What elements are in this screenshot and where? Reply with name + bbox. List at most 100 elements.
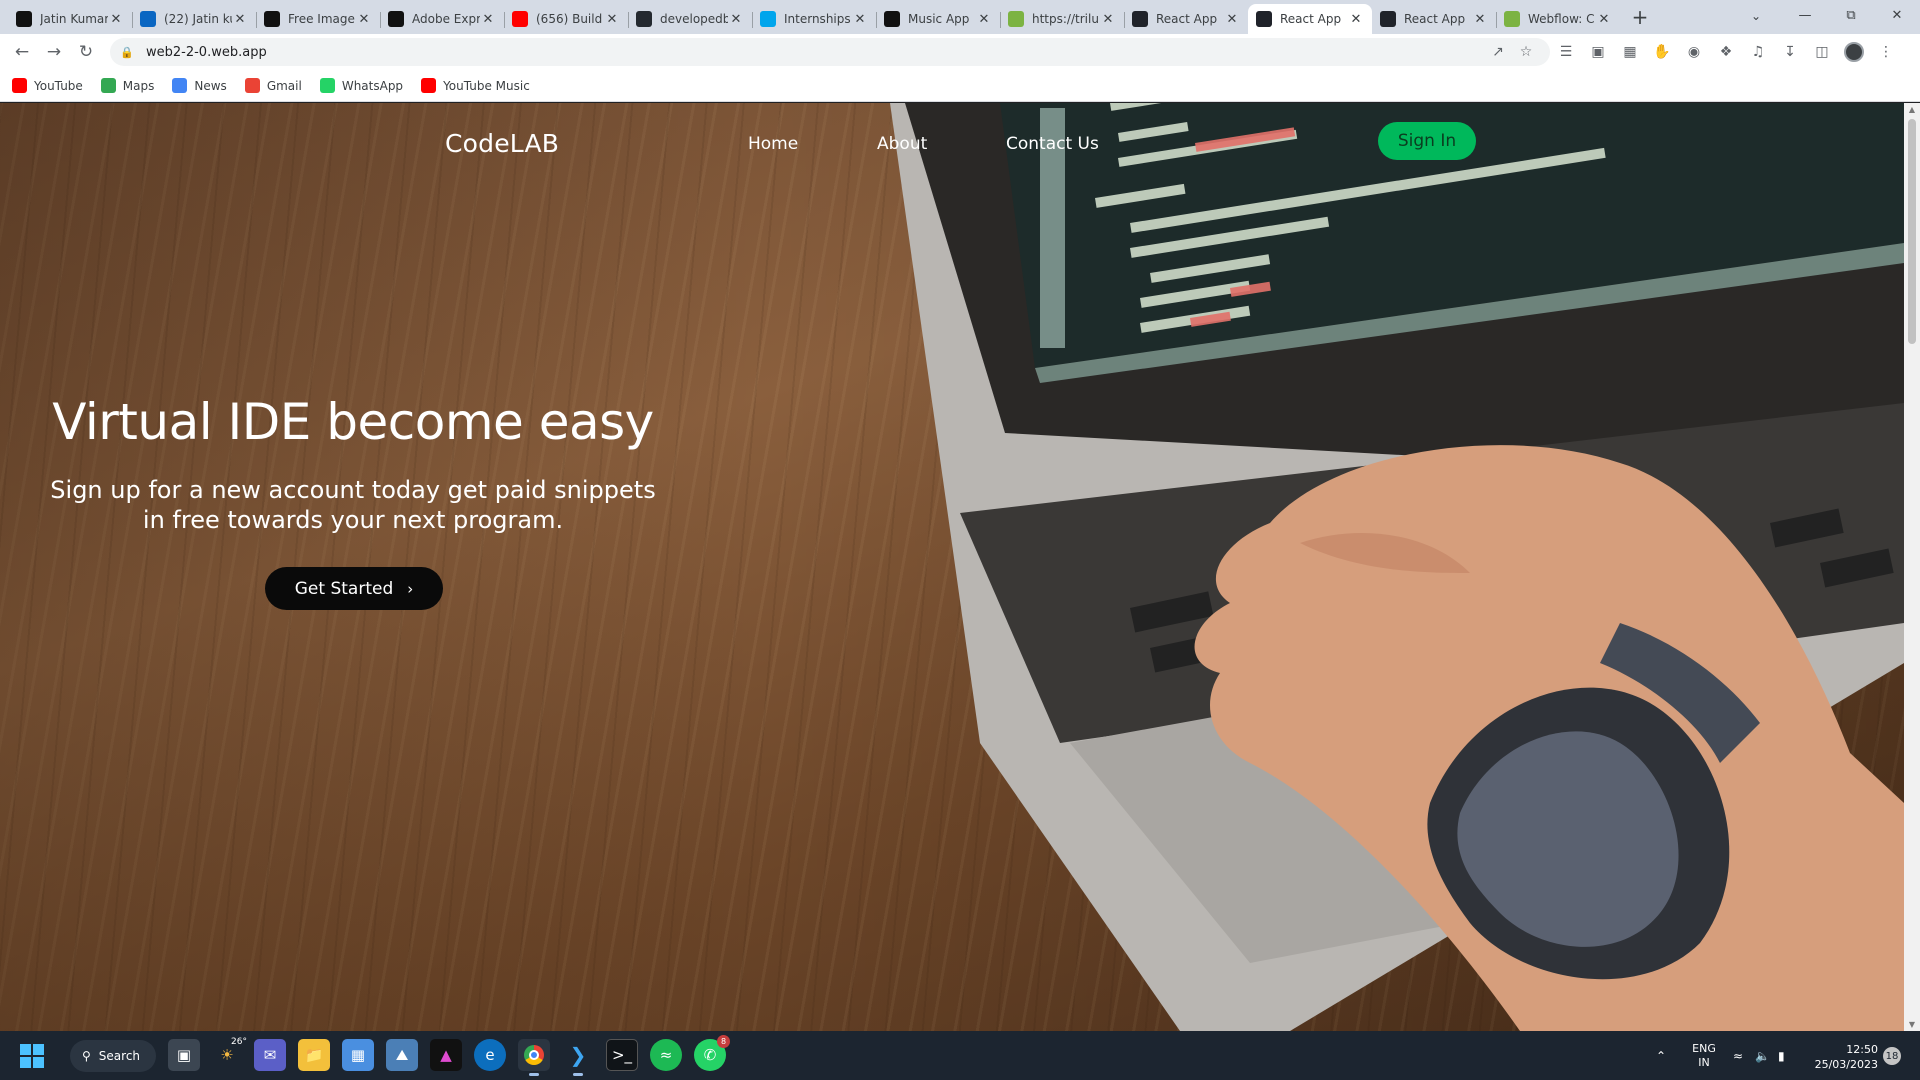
- extension-box-icon[interactable]: ▦: [1614, 38, 1646, 66]
- tab-title: Webflow: C: [1528, 12, 1595, 26]
- tab-title: Free Image: [288, 12, 355, 26]
- close-tab-icon[interactable]: ✕: [1596, 12, 1612, 27]
- chevron-right-icon: ›: [407, 579, 414, 598]
- browser-tab[interactable]: Webflow: C ✕: [1496, 4, 1620, 34]
- system-clock[interactable]: 12:50 25/03/2023: [1808, 1042, 1878, 1072]
- taskbar-search-button[interactable]: ⚲ Search: [70, 1040, 156, 1072]
- close-tab-icon[interactable]: ✕: [1472, 12, 1488, 27]
- bookmark-item[interactable]: Maps: [100, 78, 154, 93]
- edge-browser-icon[interactable]: e: [474, 1039, 506, 1071]
- globe-icon: [1008, 11, 1024, 27]
- downloads-icon[interactable]: ↧: [1774, 38, 1806, 66]
- battery-icon[interactable]: ▮: [1778, 1031, 1785, 1080]
- lock-icon[interactable]: 🔒: [120, 46, 134, 59]
- scroll-up-arrow-icon[interactable]: ▲: [1904, 105, 1920, 114]
- close-tab-icon[interactable]: ✕: [976, 12, 992, 27]
- scroll-down-arrow-icon[interactable]: ▼: [1904, 1020, 1920, 1029]
- tab-title: React App: [1156, 12, 1218, 26]
- close-tab-icon[interactable]: ✕: [1348, 12, 1364, 27]
- nav-about-link[interactable]: About: [877, 134, 927, 154]
- close-tab-icon[interactable]: ✕: [604, 12, 620, 27]
- file-explorer-icon[interactable]: 📁: [298, 1039, 330, 1071]
- nav-home-link[interactable]: Home: [748, 134, 798, 154]
- threads-icon: [16, 11, 32, 27]
- browser-tab[interactable]: Free Image ✕: [256, 4, 380, 34]
- extension-screen-icon[interactable]: ▣: [1582, 38, 1614, 66]
- browser-tab[interactable]: https://trilu ✕: [1000, 4, 1124, 34]
- reload-button[interactable]: ↻: [70, 36, 102, 68]
- notification-count-badge[interactable]: 18: [1883, 1047, 1901, 1065]
- browser-tab[interactable]: React App ✕: [1124, 4, 1248, 34]
- side-panel-icon[interactable]: ◫: [1806, 38, 1838, 66]
- browser-tab[interactable]: (656) Build ✕: [504, 4, 628, 34]
- close-window-button[interactable]: ✕: [1874, 0, 1920, 30]
- restore-button[interactable]: ⧉: [1828, 0, 1874, 30]
- media-control-icon[interactable]: ♫: [1742, 38, 1774, 66]
- share-icon[interactable]: ↗: [1484, 44, 1512, 60]
- browser-tab[interactable]: React App ✕: [1248, 4, 1372, 34]
- volume-icon[interactable]: 🔈: [1755, 1031, 1770, 1080]
- whatsapp-icon[interactable]: ✆ 8: [694, 1035, 730, 1071]
- back-button[interactable]: ←: [6, 36, 38, 68]
- get-started-button[interactable]: Get Started ›: [265, 567, 443, 610]
- bookmark-item[interactable]: Gmail: [244, 78, 302, 93]
- wifi-icon[interactable]: ≈: [1733, 1031, 1743, 1080]
- input-language-indicator[interactable]: ENG IN: [1690, 1042, 1718, 1070]
- browser-tab[interactable]: Music App ✕: [876, 4, 1000, 34]
- close-tab-icon[interactable]: ✕: [108, 12, 124, 27]
- extension-hand-icon[interactable]: ✋: [1646, 38, 1678, 66]
- browser-tab[interactable]: (22) Jatin ku ✕: [132, 4, 256, 34]
- browser-tab[interactable]: developedb ✕: [628, 4, 752, 34]
- browser-tab[interactable]: Jatin Kumar ✕: [8, 4, 132, 34]
- task-view-icon[interactable]: ▣: [168, 1039, 200, 1071]
- browser-tab[interactable]: Internships ✕: [752, 4, 876, 34]
- close-tab-icon[interactable]: ✕: [480, 12, 496, 27]
- chrome-browser-icon[interactable]: [518, 1039, 550, 1076]
- scrollbar-thumb[interactable]: [1908, 119, 1916, 344]
- url-text[interactable]: web2-2-0.web.app: [146, 45, 1484, 60]
- browser-tab[interactable]: Adobe Expr ✕: [380, 4, 504, 34]
- page-scrollbar[interactable]: ▲ ▼: [1904, 103, 1920, 1031]
- bookmark-item[interactable]: WhatsApp: [319, 78, 403, 93]
- forward-button[interactable]: →: [38, 36, 70, 68]
- address-bar[interactable]: 🔒 web2-2-0.web.app ↗ ☆: [110, 38, 1550, 66]
- react-icon: [1132, 11, 1148, 27]
- extension-k-icon[interactable]: ◉: [1678, 38, 1710, 66]
- terminal-icon[interactable]: >_: [606, 1039, 638, 1071]
- site-logo[interactable]: CodeLAB: [445, 129, 559, 158]
- tab-title: React App: [1280, 12, 1342, 26]
- bookmark-item[interactable]: YouTube Music: [421, 78, 530, 93]
- linkedin-icon: [140, 11, 156, 27]
- bookmark-item[interactable]: News: [172, 78, 227, 93]
- extensions-puzzle-icon[interactable]: ❖: [1710, 38, 1742, 66]
- tab-title: (656) Build: [536, 12, 603, 26]
- spotify-icon[interactable]: ≈: [650, 1039, 682, 1071]
- close-tab-icon[interactable]: ✕: [728, 12, 744, 27]
- tab-title: developedb: [660, 12, 728, 26]
- minimize-button[interactable]: —: [1782, 0, 1828, 30]
- new-tab-button[interactable]: +: [1626, 4, 1654, 32]
- windows-start-icon[interactable]: [20, 1044, 44, 1068]
- teams-chat-icon[interactable]: ✉: [254, 1039, 286, 1071]
- bookmark-item[interactable]: YouTube: [12, 78, 83, 93]
- windows-taskbar: ⚲ Search ▣ ☀ 26° ✉ 📁 ▦ ⛰ ▲ e ❯ >_ ≈ ✆ 8 …: [0, 1031, 1920, 1080]
- close-tab-icon[interactable]: ✕: [356, 12, 372, 27]
- browser-tab[interactable]: React App ✕: [1372, 4, 1496, 34]
- tab-search-chevron-icon[interactable]: ⌄: [1742, 4, 1770, 28]
- close-tab-icon[interactable]: ✕: [232, 12, 248, 27]
- vscode-icon[interactable]: ❯: [562, 1039, 594, 1076]
- reading-list-icon[interactable]: ☰: [1550, 38, 1582, 66]
- nav-contact-link[interactable]: Contact Us: [1006, 134, 1099, 154]
- close-tab-icon[interactable]: ✕: [1100, 12, 1116, 27]
- bookmark-star-icon[interactable]: ☆: [1512, 44, 1540, 60]
- close-tab-icon[interactable]: ✕: [1224, 12, 1240, 27]
- close-tab-icon[interactable]: ✕: [852, 12, 868, 27]
- profile-avatar[interactable]: [1838, 38, 1870, 66]
- show-hidden-icons-chevron-icon[interactable]: ⌃: [1656, 1031, 1676, 1080]
- sign-in-button[interactable]: Sign In: [1378, 122, 1476, 160]
- chrome-menu-icon[interactable]: ⋮: [1870, 38, 1902, 66]
- microsoft-store-icon[interactable]: ▦: [342, 1039, 374, 1071]
- photos-app-icon[interactable]: ⛰: [386, 1039, 418, 1071]
- weather-widget-icon[interactable]: ☀ 26°: [211, 1037, 247, 1071]
- adobe-express-icon[interactable]: ▲: [430, 1039, 462, 1071]
